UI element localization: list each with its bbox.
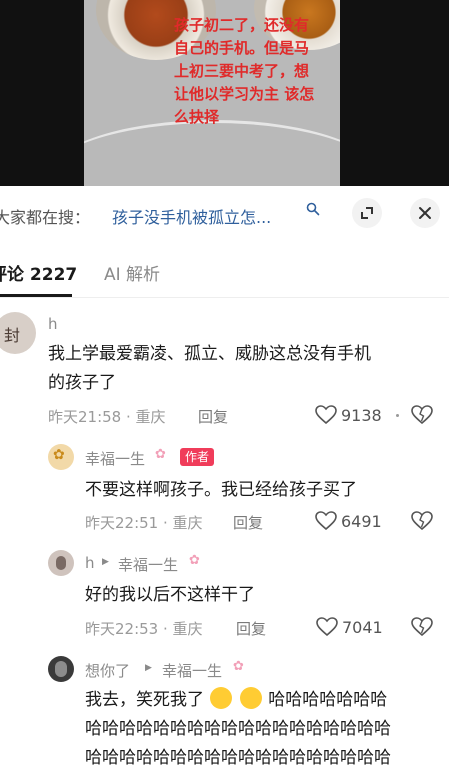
comment-text-line: 哈哈哈哈哈哈哈哈哈哈哈哈哈哈哈哈哈哈	[85, 719, 391, 739]
comment-text-line: 不要这样啊孩子。我已经给孩子买了	[85, 480, 357, 500]
close-icon	[419, 207, 431, 219]
avatar-text: 封	[4, 326, 21, 345]
reply-username[interactable]: 想你了	[85, 660, 130, 681]
reply-to-username[interactable]: 幸福一生	[162, 660, 222, 681]
search-suggestion-link[interactable]: 孩子没手机被孤立怎...	[112, 204, 271, 228]
heart-icon[interactable]	[316, 617, 338, 637]
reply-text: 好的我以后不这样干了	[85, 581, 440, 610]
comment-text-line: 的孩子了	[48, 373, 116, 393]
video-frame: 孩子初二了，还没有 自己的手机。但是马 上初三要中考了，想 让他以学习为主 该怎…	[84, 0, 340, 186]
comment-tabs: 评论 2227 AI 解析	[0, 252, 449, 298]
comment-text-line: 我上学最爱霸凌、孤立、威胁这总没有手机	[48, 344, 371, 364]
tab-comments[interactable]: 评论 2227	[0, 260, 77, 285]
reply-time-location: 昨天22:51 · 重庆	[85, 514, 203, 532]
tab-ai-analysis[interactable]: AI 解析	[104, 260, 160, 285]
broken-heart-icon[interactable]	[411, 617, 433, 637]
reply-arrow-icon: ▶	[145, 663, 152, 673]
avatar[interactable]	[48, 550, 74, 576]
reply-button[interactable]: 回复	[198, 406, 228, 427]
reply-username[interactable]: h	[85, 554, 95, 572]
flower-emoji-icon: ✿	[155, 447, 166, 462]
expand-button[interactable]	[352, 198, 382, 228]
author-badge: 作者	[180, 448, 215, 466]
broken-heart-icon[interactable]	[411, 511, 433, 531]
laughing-tears-emoji-icon	[210, 687, 233, 709]
flower-icon: ✿	[53, 447, 65, 463]
flower-emoji-icon: ✿	[233, 659, 244, 674]
avatar-figure	[55, 661, 67, 677]
heart-icon[interactable]	[315, 511, 337, 531]
close-button[interactable]	[410, 198, 440, 228]
reply-text: 不要这样啊孩子。我已经给孩子买了	[85, 476, 440, 505]
like-count: 9138	[341, 406, 382, 425]
table-edge	[84, 120, 340, 186]
flower-emoji-icon: ✿	[189, 553, 200, 568]
comment-text-segment: 哈哈哈哈哈哈哈	[268, 690, 388, 710]
separator-dot	[396, 414, 399, 417]
comment-text-line: 哈哈哈哈哈哈哈哈哈哈哈哈哈哈哈哈哈哈	[85, 748, 391, 768]
reply-to-username[interactable]: 幸福一生	[118, 554, 178, 575]
like-count: 7041	[342, 618, 383, 637]
search-prefix: 大家都在搜：	[0, 208, 91, 227]
heart-icon[interactable]	[315, 405, 337, 425]
search-icon[interactable]	[306, 202, 320, 216]
avatar[interactable]: ✿	[48, 444, 74, 470]
comment-text-segment: 我去，笑死我了	[85, 690, 204, 710]
avatar[interactable]	[48, 656, 74, 682]
reply-button[interactable]: 回复	[233, 512, 263, 533]
active-tab-indicator	[0, 294, 72, 297]
avatar[interactable]: 封	[0, 312, 36, 354]
video-caption: 孩子初二了，还没有 自己的手机。但是马 上初三要中考了，想 让他以学习为主 该怎…	[174, 16, 315, 126]
grinning-star-emoji-icon	[239, 687, 262, 709]
reply-button[interactable]: 回复	[236, 618, 266, 639]
expand-icon	[361, 207, 373, 219]
video-preview[interactable]: 孩子初二了，还没有 自己的手机。但是马 上初三要中考了，想 让他以学习为主 该怎…	[0, 0, 449, 186]
avatar-figure	[56, 556, 66, 570]
comment-text: 我上学最爱霸凌、孤立、威胁这总没有手机 的孩子了	[48, 340, 443, 398]
broken-heart-icon[interactable]	[411, 405, 433, 425]
like-count: 6491	[341, 512, 382, 531]
reply-arrow-icon: ▶	[102, 557, 109, 567]
reply-text: 我去，笑死我了 哈哈哈哈哈哈哈 哈哈哈哈哈哈哈哈哈哈哈哈哈哈哈哈哈哈 哈哈哈哈哈…	[85, 686, 440, 773]
comment-username[interactable]: h	[48, 315, 58, 333]
comment-text-line: 好的我以后不这样干了	[85, 585, 255, 605]
search-suggestion-bar: 大家都在搜： 孩子没手机被孤立怎...	[0, 196, 449, 232]
comment-time-location: 昨天21:58 · 重庆	[48, 408, 166, 426]
comment-text-line: 我去，笑死我了 哈哈哈哈哈哈哈	[85, 686, 440, 715]
reply-username[interactable]: 幸福一生	[85, 448, 145, 469]
reply-time-location: 昨天22:53 · 重庆	[85, 620, 203, 638]
